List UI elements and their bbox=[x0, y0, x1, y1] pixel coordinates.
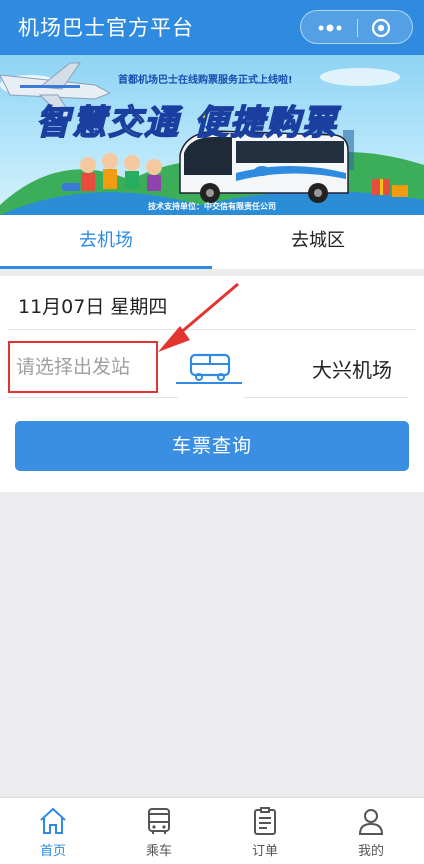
bottom-tab-bar: 首页 乘车 订单 我的 bbox=[0, 797, 424, 864]
divider bbox=[244, 397, 408, 398]
tab-to-city[interactable]: 去城区 bbox=[212, 215, 424, 269]
nav-ride-label: 乘车 bbox=[145, 844, 172, 859]
nav-profile-label: 我的 bbox=[357, 844, 384, 859]
more-dots-icon[interactable] bbox=[315, 21, 345, 35]
clipboard-icon bbox=[254, 807, 276, 835]
nav-ride[interactable]: 乘车 bbox=[106, 798, 212, 864]
arrival-station-field[interactable]: 大兴机场 bbox=[312, 354, 392, 383]
home-icon bbox=[40, 807, 66, 834]
annotation-arrow-icon bbox=[158, 282, 239, 352]
direction-tabs: 去机场 去城区 bbox=[0, 215, 424, 269]
bus-icon bbox=[148, 808, 170, 834]
nav-profile[interactable]: 我的 bbox=[318, 798, 424, 864]
departure-station-field[interactable]: 请选择出发站 bbox=[8, 341, 158, 393]
tab-to-airport[interactable]: 去机场 bbox=[0, 215, 212, 269]
section-gap bbox=[0, 269, 424, 276]
nav-orders-label: 订单 bbox=[251, 844, 278, 859]
nav-orders[interactable]: 订单 bbox=[212, 798, 318, 864]
capsule-divider bbox=[357, 19, 358, 37]
app-header: 机场巴士官方平台 bbox=[0, 0, 424, 55]
user-icon bbox=[358, 809, 384, 835]
nav-home[interactable]: 首页 bbox=[0, 798, 106, 864]
divider bbox=[8, 397, 178, 398]
banner-slogan: 智慧交通 便捷购票 bbox=[35, 102, 338, 144]
banner-notice: 首都机场巴士在线购票服务正式上线啦! bbox=[118, 75, 293, 86]
date-selector[interactable]: 11月07日 星期四 bbox=[18, 292, 167, 319]
mini-program-capsule bbox=[300, 10, 413, 44]
page-title: 机场巴士官方平台 bbox=[18, 16, 194, 40]
circle-close-icon[interactable] bbox=[371, 18, 391, 38]
nav-home-label: 首页 bbox=[39, 844, 66, 859]
ticket-query-button[interactable]: 车票查询 bbox=[15, 421, 409, 471]
promo-banner: 首都机场巴士在线购票服务正式上线啦! 智慧交通 便捷购票 技术支持单位：中交信有… bbox=[0, 55, 424, 215]
banner-support-text: 技术支持单位：中交信有限责任公司 bbox=[148, 202, 276, 211]
